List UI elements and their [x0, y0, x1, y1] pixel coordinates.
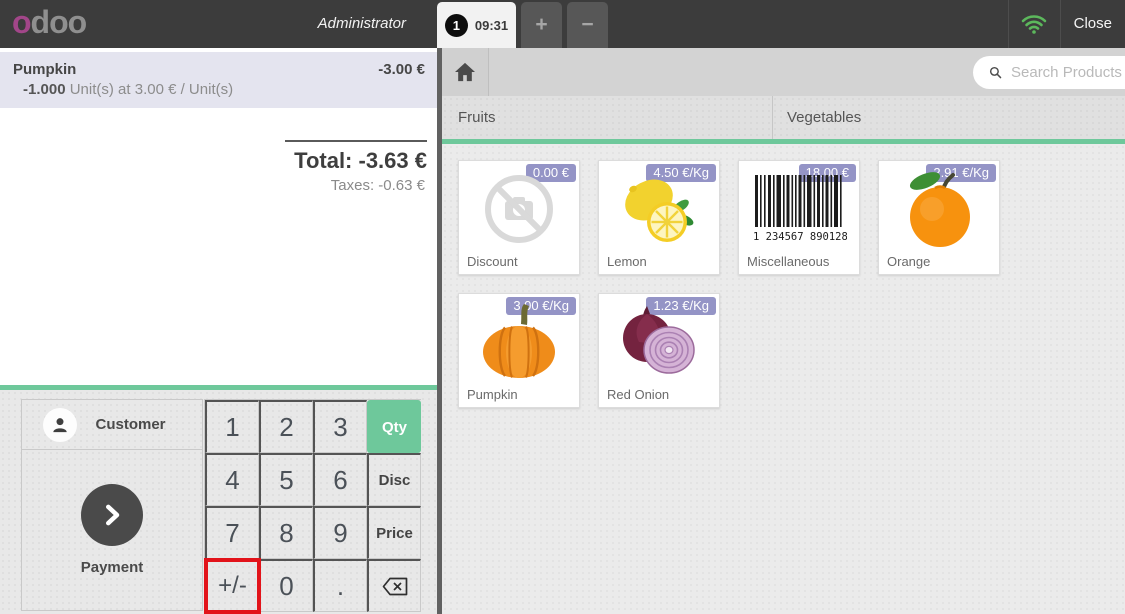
- category-tab-fruits[interactable]: Fruits: [442, 96, 773, 139]
- numpad-key-1[interactable]: 1: [205, 400, 259, 453]
- search-box: [973, 56, 1125, 89]
- wifi-status: [1007, 0, 1061, 48]
- product-image-orange: [879, 165, 999, 253]
- numpad-key-9[interactable]: 9: [313, 506, 367, 559]
- barcode-illustration: 1 234567 890128 >: [753, 175, 847, 243]
- chevron-right-icon: [106, 504, 120, 526]
- numpad-key-6[interactable]: 6: [313, 453, 367, 506]
- order-tab-strip: 1 09:31 + −: [437, 2, 608, 48]
- numpad-key-7[interactable]: 7: [205, 506, 259, 559]
- payment-button[interactable]: Payment: [21, 450, 203, 611]
- customer-label: Customer: [95, 416, 166, 433]
- mode-price-button[interactable]: Price: [367, 506, 421, 559]
- backspace-icon: [382, 577, 407, 595]
- lemon-illustration: [625, 179, 694, 242]
- order-line-product: Pumpkin: [13, 61, 77, 78]
- action-pad: Customer Payment: [21, 399, 203, 611]
- remove-order-button[interactable]: −: [567, 2, 608, 48]
- payment-label: Payment: [80, 559, 144, 576]
- search-icon: [989, 66, 1002, 79]
- person-icon: [53, 417, 67, 432]
- product-card-lemon[interactable]: 4.50 €/Kg Lemon: [598, 160, 720, 275]
- numpad: 1 2 3 Qty 4 5 6 Disc 7 8 9 Price +/- 0 .: [204, 399, 421, 614]
- home-category-button[interactable]: [442, 48, 489, 96]
- order-line-detail: Unit(s) at 3.00 € / Unit(s): [65, 81, 234, 98]
- products-panel: Fruits Vegetables 0.00 € Discount 4.50 €…: [442, 48, 1125, 614]
- wifi-icon: [1021, 15, 1047, 34]
- product-name: Red Onion: [607, 387, 670, 402]
- order-summary: Total: -3.63 € Taxes: -0.63 €: [285, 140, 427, 194]
- backspace-key[interactable]: [367, 559, 421, 612]
- product-image-lemon: [599, 165, 719, 253]
- customer-avatar: [43, 407, 77, 442]
- plus-minus-key[interactable]: +/-: [204, 558, 261, 614]
- no-image-icon: [485, 175, 553, 243]
- order-line-qty: -1.000: [23, 81, 66, 98]
- category-tabs: Fruits Vegetables: [442, 96, 1125, 139]
- order-panel: Pumpkin -3.00 € -1.000 Unit(s) at 3.00 €…: [0, 48, 437, 614]
- numpad-key-dot[interactable]: .: [313, 559, 367, 612]
- product-card-miscellaneous[interactable]: 18.00 € 1 234567 890128 Miscellaneous: [738, 160, 860, 275]
- orange-illustration: [909, 172, 970, 247]
- product-name: Orange: [887, 254, 931, 269]
- product-image-discount: [459, 165, 579, 253]
- order-tab[interactable]: 1 09:31: [437, 2, 516, 48]
- product-image-miscellaneous: 1 234567 890128 >: [739, 165, 859, 253]
- category-breadcrumb-bar: [442, 48, 1125, 96]
- payment-circle: [81, 484, 143, 546]
- mode-qty-button[interactable]: Qty: [367, 400, 421, 453]
- numpad-key-4[interactable]: 4: [205, 453, 259, 506]
- customer-button[interactable]: Customer: [21, 399, 203, 450]
- order-line[interactable]: Pumpkin -3.00 € -1.000 Unit(s) at 3.00 €…: [0, 52, 437, 108]
- product-card-pumpkin[interactable]: 3.00 €/Kg Pumpkin: [458, 293, 580, 408]
- product-name: Discount: [467, 254, 518, 269]
- order-line-price: -3.00 €: [378, 61, 425, 78]
- close-button[interactable]: Close: [1061, 0, 1125, 48]
- panel-divider: [437, 48, 442, 614]
- numpad-key-3[interactable]: 3: [313, 400, 367, 453]
- numpad-key-0[interactable]: 0: [259, 559, 313, 612]
- order-count-badge: 1: [444, 13, 468, 37]
- current-user-label: Administrator: [317, 15, 406, 32]
- add-order-button[interactable]: +: [521, 2, 562, 48]
- top-bar: odoo Administrator 1 09:31 + − Close: [0, 0, 1125, 48]
- control-pads: Customer Payment 1 2 3 Qty 4 5 6 Disc 7 …: [0, 385, 437, 614]
- taxes-amount: Taxes: -0.63 €: [330, 177, 425, 194]
- product-card-discount[interactable]: 0.00 € Discount: [458, 160, 580, 275]
- numpad-key-5[interactable]: 5: [259, 453, 313, 506]
- svg-text:1 234567 890128 >: 1 234567 890128 >: [753, 231, 847, 243]
- topbar-right: Close: [1007, 0, 1125, 48]
- category-tab-vegetables[interactable]: Vegetables: [773, 96, 1125, 139]
- product-card-red-onion[interactable]: 1.23 €/Kg Red Onion: [598, 293, 720, 408]
- pumpkin-illustration: [483, 304, 555, 378]
- numpad-key-8[interactable]: 8: [259, 506, 313, 559]
- total-amount: Total: -3.63 €: [294, 148, 427, 173]
- search-input[interactable]: [1011, 64, 1125, 81]
- product-name: Miscellaneous: [747, 254, 830, 269]
- numpad-key-2[interactable]: 2: [259, 400, 313, 453]
- order-time-label: 09:31: [474, 17, 509, 33]
- product-card-orange[interactable]: 2.91 €/Kg Orange: [878, 160, 1000, 275]
- product-name: Lemon: [607, 254, 647, 269]
- home-icon: [455, 62, 475, 82]
- mode-disc-button[interactable]: Disc: [367, 453, 421, 506]
- total-divider: [285, 140, 427, 142]
- product-name: Pumpkin: [467, 387, 518, 402]
- product-grid: 0.00 € Discount 4.50 €/Kg Lemon 18.00 € …: [442, 144, 1125, 424]
- product-image-pumpkin: [459, 298, 579, 386]
- product-image-red-onion: [599, 298, 719, 386]
- red-onion-illustration: [623, 306, 695, 374]
